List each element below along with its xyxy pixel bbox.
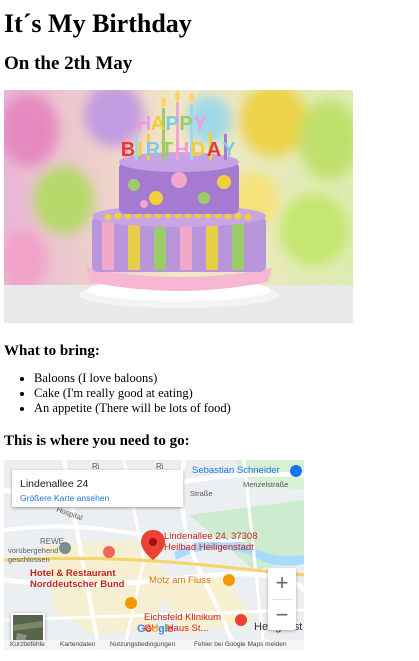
candle-letter: A xyxy=(207,139,221,161)
restaurant-icon[interactable] xyxy=(103,546,115,558)
cafe-icon[interactable] xyxy=(125,597,137,609)
candle-letter: B xyxy=(121,139,135,161)
terms-link[interactable]: Nutzungsbedingungen xyxy=(110,640,175,650)
larger-map-link[interactable]: Größere Karte ansehen xyxy=(20,493,109,503)
marker-label: Lindenallee 24, 37308 Heilbad Heiligenst… xyxy=(164,531,258,553)
restaurant-label: Hotel & Restaurant Norddeutscher Bund xyxy=(30,568,125,590)
date-heading: On the 2th May xyxy=(4,53,133,74)
cafe-label: Motz am Fluss xyxy=(149,575,211,586)
candle-letter: Y xyxy=(222,139,236,161)
list-item: An appetite (There will be lots of food) xyxy=(34,401,364,416)
candle-letter: R xyxy=(146,139,161,161)
google-logo: Google xyxy=(137,623,174,635)
directions-heading: This is where you need to go: xyxy=(4,433,190,449)
list-item: Cake (I'm really good at eating) xyxy=(34,386,364,401)
cafe-icon[interactable] xyxy=(223,574,235,586)
zoom-in-button[interactable]: + xyxy=(268,568,296,598)
candle-letter: I xyxy=(137,139,143,161)
street-label: Straße xyxy=(190,489,213,498)
zoom-out-button[interactable]: − xyxy=(268,600,296,630)
place-name: Lindenallee 24 xyxy=(20,478,89,490)
embedded-map[interactable]: Lindenallee 24, 37308 Heilbad Heiligenst… xyxy=(4,460,304,650)
candle-letter: P xyxy=(165,113,178,135)
report-error-link[interactable]: Fehler bei Google Maps melden xyxy=(194,640,287,650)
satellite-thumbnail-icon xyxy=(13,615,43,643)
rewe-label: REWE xyxy=(40,537,64,546)
bring-list: Baloons (I love baloons) Cake (I'm reall… xyxy=(4,371,364,416)
shop-label: Sebastian Schneider xyxy=(192,465,280,476)
candle-letter: T xyxy=(161,139,173,161)
rewe-note: vorübergehend geschlossen xyxy=(8,546,59,564)
list-item: Baloons (I love baloons) xyxy=(34,371,364,386)
candle-letter: H xyxy=(137,113,151,135)
bring-heading: What to bring: xyxy=(4,343,100,359)
zoom-control: + − xyxy=(268,568,296,630)
map-data-link[interactable]: Kartendaten xyxy=(60,640,95,650)
street-label: Menzelstraße xyxy=(243,480,289,489)
birthday-cake-image: H A P P Y B I R T H D A Y xyxy=(4,90,353,323)
candle-letter: D xyxy=(191,139,205,161)
place-info-card: Lindenallee 24 Größere Karte ansehen xyxy=(12,470,183,507)
candle-letter: Y xyxy=(193,113,207,135)
page-title: It´s My Birthday xyxy=(4,9,192,38)
shortcuts-link[interactable]: Kurzbefehle xyxy=(10,640,45,650)
candle-letter: P xyxy=(179,113,192,135)
candle-letter: H xyxy=(175,139,189,161)
shop-icon[interactable] xyxy=(290,465,302,477)
map-footer: Kurzbefehle Kartendaten Nutzungsbedingun… xyxy=(4,640,304,650)
candle-letter: A xyxy=(151,113,165,135)
hospital-icon[interactable] xyxy=(235,614,247,626)
